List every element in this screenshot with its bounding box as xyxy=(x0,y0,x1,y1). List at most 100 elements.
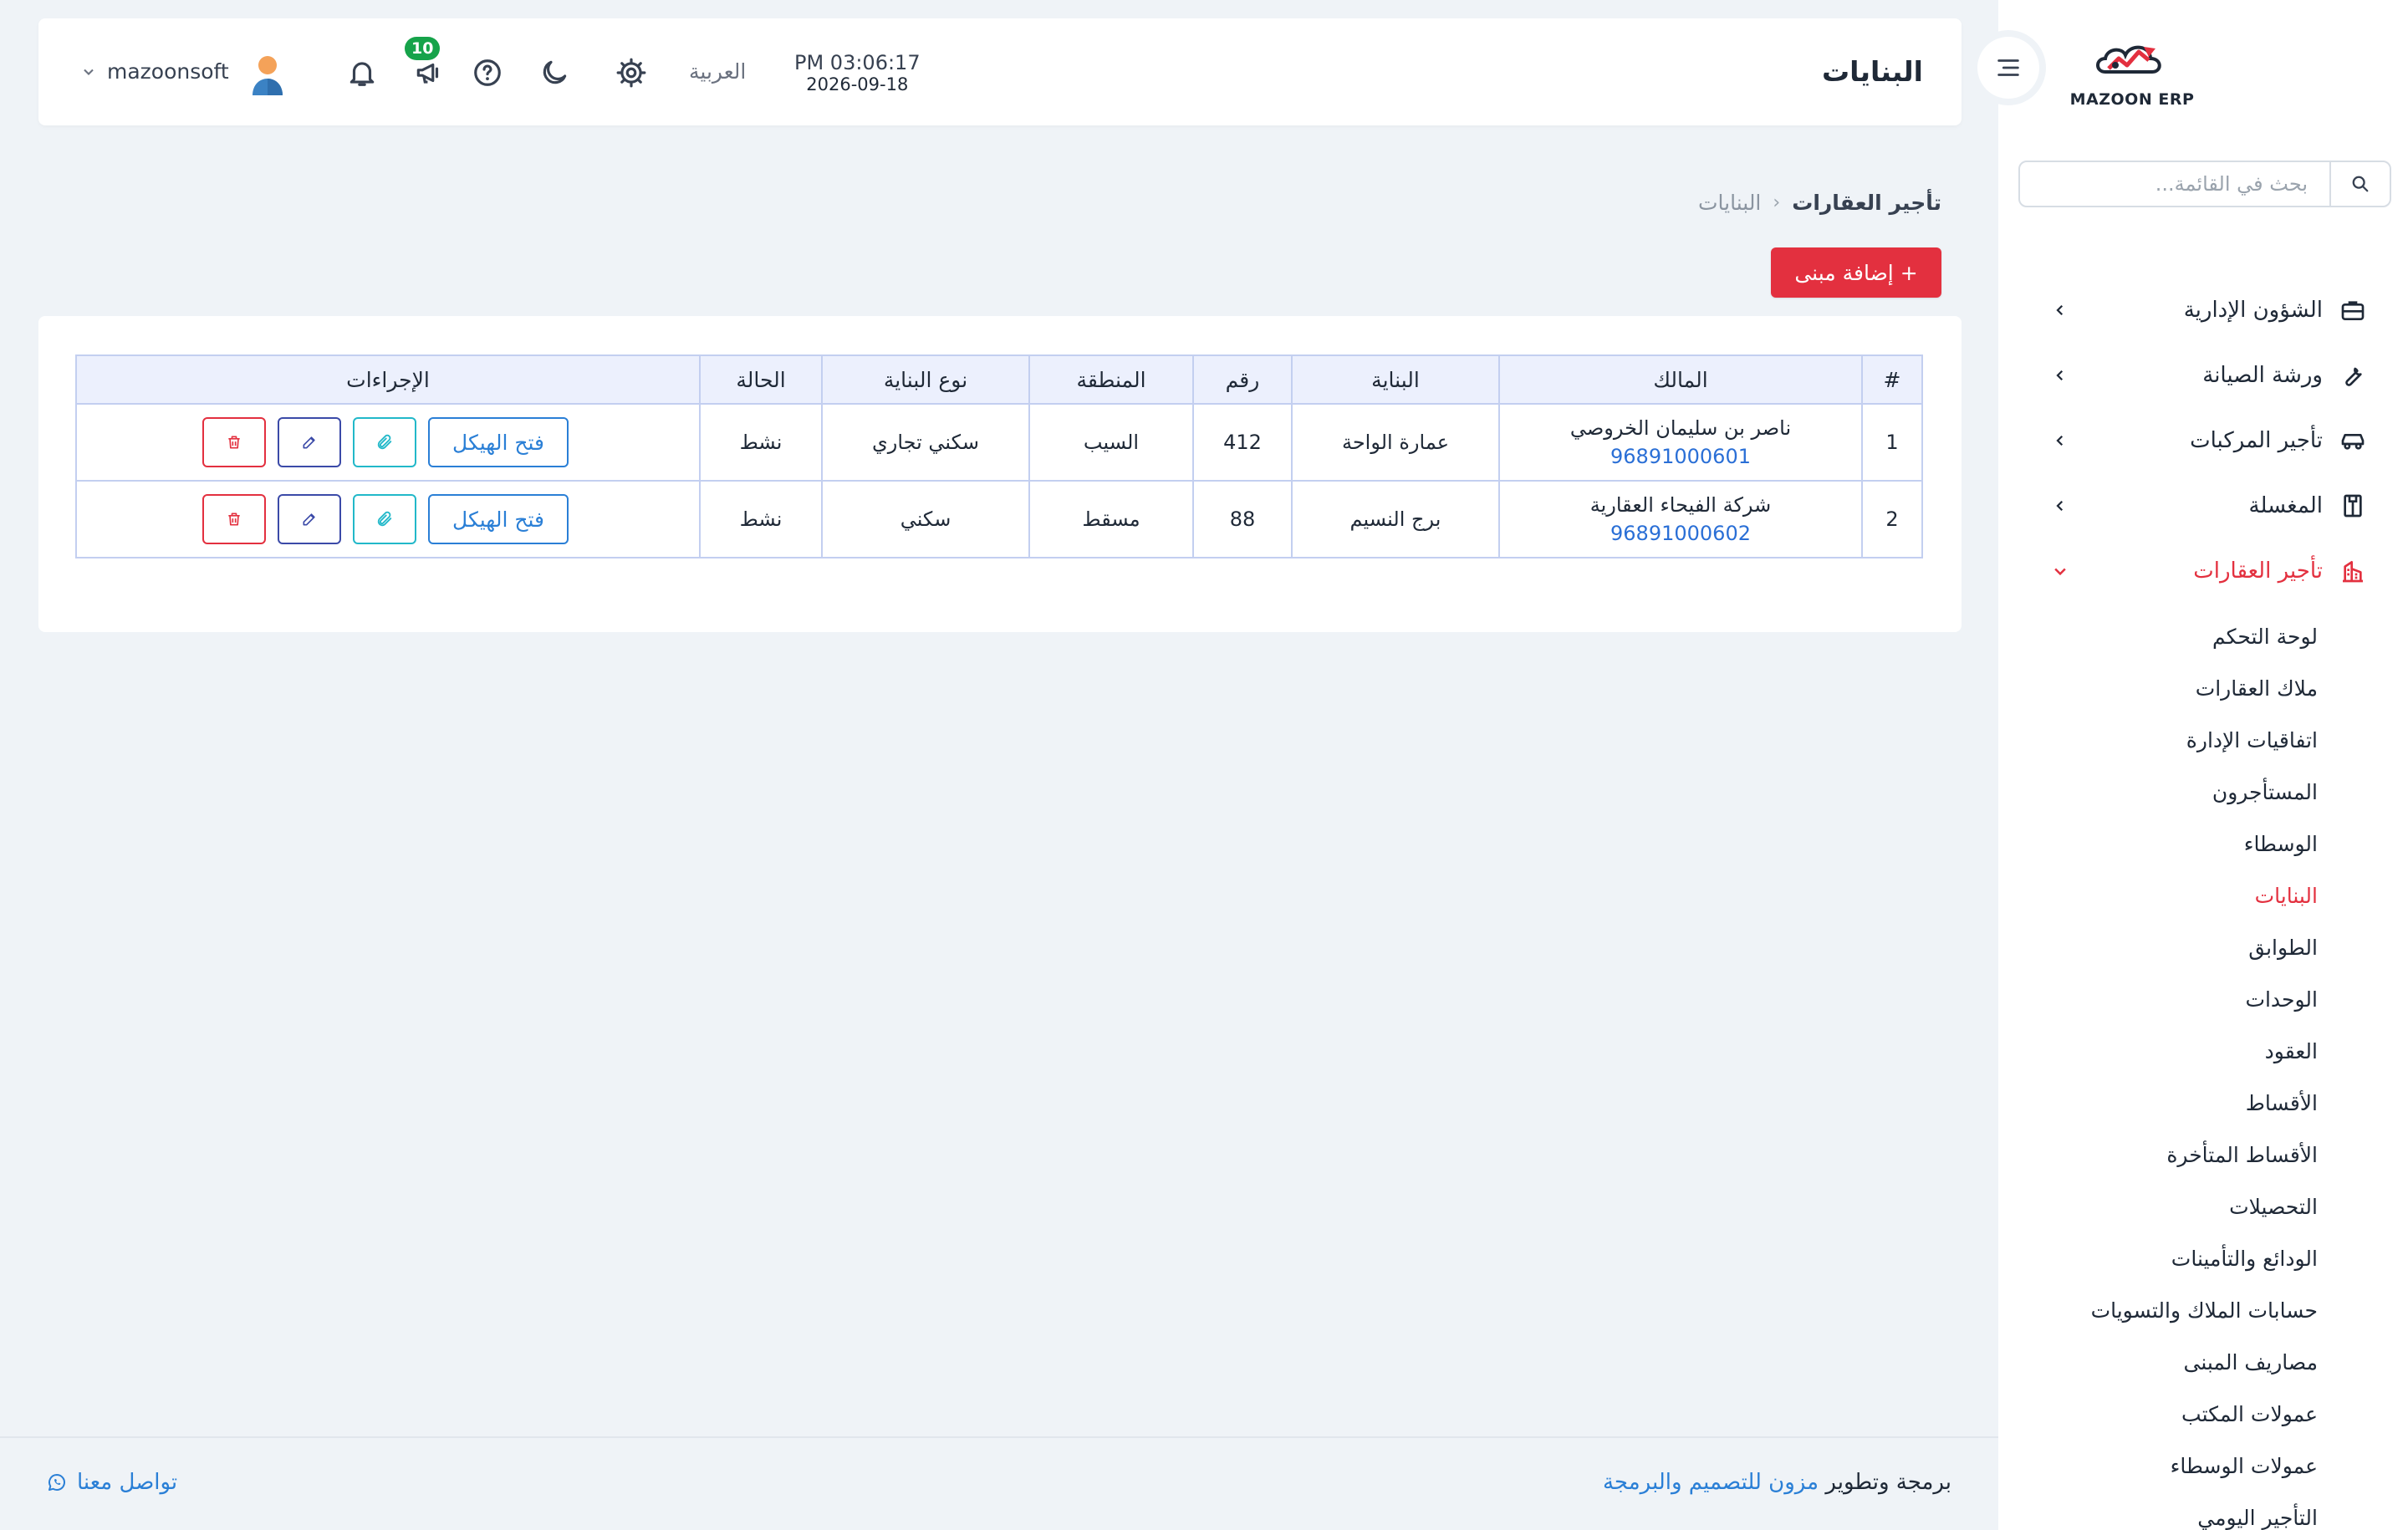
sidebar-item-real-estate[interactable]: تأجير العقارات xyxy=(1998,538,2408,604)
briefcase-icon xyxy=(2338,295,2368,325)
chevron-down-icon xyxy=(2050,561,2070,581)
chevron-left-icon xyxy=(2050,431,2070,451)
breadcrumb-separator: ‹ xyxy=(1773,192,1781,213)
submenu-dashboard[interactable]: لوحة التحكم xyxy=(1998,610,2408,662)
submenu-floors[interactable]: الطوابق xyxy=(1998,921,2408,973)
cell-index: 2 xyxy=(1861,480,1923,558)
cell-actions: فتح الهيكل xyxy=(75,480,701,558)
cell-building-type: سكني xyxy=(821,480,1030,558)
owner-phone-link[interactable]: 96891000602 xyxy=(1500,519,1861,548)
edit-button[interactable] xyxy=(278,417,341,467)
cell-index: 1 xyxy=(1861,403,1923,482)
whatsapp-icon xyxy=(48,1474,65,1491)
col-building-type[interactable]: نوع البناية xyxy=(821,354,1030,405)
owner-phone-link[interactable]: 96891000601 xyxy=(1500,442,1861,471)
submenu-tenants[interactable]: المستأجرون xyxy=(1998,766,2408,818)
col-building[interactable]: البناية xyxy=(1291,354,1500,405)
page-title: البنايات xyxy=(1822,55,1923,88)
chevron-left-icon xyxy=(2050,365,2070,385)
settings-icon[interactable] xyxy=(614,55,649,90)
sidebar: MAZOON ERP الشؤون الإدارية ورشة الصيانة xyxy=(1998,0,2408,1530)
edit-button[interactable] xyxy=(278,494,341,544)
open-structure-button[interactable]: فتح الهيكل xyxy=(428,417,569,467)
submenu-building-expenses[interactable]: مصاريف المبنى xyxy=(1998,1336,2408,1388)
col-number[interactable]: رقم xyxy=(1192,354,1293,405)
submenu-installments[interactable]: الأقساط xyxy=(1998,1077,2408,1129)
cell-area: السيب xyxy=(1028,403,1194,482)
sidebar-item-partial[interactable] xyxy=(1998,244,2408,278)
clock-time: PM 03:06:17 xyxy=(794,51,921,74)
attachments-button[interactable] xyxy=(353,417,416,467)
laundry-icon xyxy=(2338,491,2368,521)
avatar[interactable] xyxy=(247,54,288,97)
add-building-button[interactable]: + إضافة مبنى xyxy=(1771,247,1941,298)
sidebar-menu: الشؤون الإدارية ورشة الصيانة تأجير المرك… xyxy=(1998,244,2408,1530)
submenu-daily-rental[interactable]: التأجير اليومي xyxy=(1998,1492,2408,1530)
footer: برمجة وتطوير مزون للتصميم والبرمجة تواصل… xyxy=(0,1436,1998,1530)
username[interactable]: mazoonsoft xyxy=(107,18,229,125)
submenu-broker-commissions[interactable]: عمولات الوسطاء xyxy=(1998,1440,2408,1492)
col-index[interactable]: # xyxy=(1861,354,1923,405)
cell-owner: ناصر بن سليمان الخروصي 96891000601 xyxy=(1498,403,1863,482)
submenu-deposits[interactable]: الودائع والتأمينات xyxy=(1998,1232,2408,1284)
clock: PM 03:06:17 2026-09-18 xyxy=(794,52,921,95)
sidebar-item-maintenance[interactable]: ورشة الصيانة xyxy=(1998,343,2408,408)
notification-badge: 10 xyxy=(405,37,441,60)
clock-date: 2026-09-18 xyxy=(806,74,909,94)
buildings-table: # المالك البناية رقم المنطقة نوع البناية… xyxy=(75,354,1923,558)
submenu-office-commissions[interactable]: عمولات المكتب xyxy=(1998,1388,2408,1440)
submenu-buildings[interactable]: البنايات xyxy=(1998,870,2408,921)
cell-number: 412 xyxy=(1192,403,1293,482)
edit-icon xyxy=(303,513,315,526)
language-switch[interactable]: العربية xyxy=(689,18,746,125)
company-link[interactable]: مزون للتصميم والبرمجة xyxy=(1603,1470,1819,1495)
menu-icon xyxy=(1997,59,2019,76)
open-structure-button[interactable]: فتح الهيكل xyxy=(428,494,569,544)
submenu-units[interactable]: الوحدات xyxy=(1998,973,2408,1025)
logo-text: MAZOON ERP xyxy=(2069,90,2195,109)
delete-button[interactable] xyxy=(202,417,266,467)
credit-prefix: برمجة وتطوير xyxy=(1825,1470,1951,1495)
top-header: البنايات PM 03:06:17 2026-09-18 العربية … xyxy=(38,18,1962,125)
wrench-icon xyxy=(2338,360,2368,390)
building-icon xyxy=(2338,556,2368,586)
submenu-management-agreements[interactable]: اتفاقيات الإدارة xyxy=(1998,714,2408,766)
col-status[interactable]: الحالة xyxy=(699,354,823,405)
bell-icon[interactable] xyxy=(344,55,380,90)
contact-us-link[interactable]: تواصل معنا xyxy=(47,1470,177,1495)
submenu-collections[interactable]: التحصيلات xyxy=(1998,1181,2408,1232)
submenu-overdue-installments[interactable]: الأقساط المتأخرة xyxy=(1998,1129,2408,1181)
table-row: 2 شركة الفيحاء العقارية 96891000602 برج … xyxy=(75,480,1923,558)
announcements-icon[interactable]: 10 xyxy=(405,37,446,90)
chevron-down-icon[interactable] xyxy=(80,64,97,80)
submenu-owner-accounts[interactable]: حسابات الملاك والتسويات xyxy=(1998,1284,2408,1336)
cell-owner: شركة الفيحاء العقارية 96891000602 xyxy=(1498,480,1863,558)
breadcrumb-parent[interactable]: تأجير العقارات xyxy=(1792,191,1941,215)
real-estate-submenu: لوحة التحكم ملاك العقارات اتفاقيات الإدا… xyxy=(1998,604,2408,1530)
table-row: 1 ناصر بن سليمان الخروصي 96891000601 عما… xyxy=(75,403,1923,482)
submenu-contracts[interactable]: العقود xyxy=(1998,1025,2408,1077)
help-icon[interactable] xyxy=(470,55,505,90)
menu-search-input[interactable] xyxy=(2020,162,2329,206)
submenu-property-owners[interactable]: ملاك العقارات xyxy=(1998,662,2408,714)
sidebar-toggle-button[interactable] xyxy=(1977,37,2039,99)
delete-button[interactable] xyxy=(202,494,266,544)
sidebar-item-label: المغسلة xyxy=(2248,493,2323,518)
col-owner[interactable]: المالك xyxy=(1498,354,1863,405)
sidebar-item-admin-affairs[interactable]: الشؤون الإدارية xyxy=(1998,278,2408,343)
cell-building: برج النسيم xyxy=(1291,480,1500,558)
car-icon xyxy=(2338,426,2368,456)
sidebar-item-vehicle-rental[interactable]: تأجير المركبات xyxy=(1998,408,2408,473)
attachments-button[interactable] xyxy=(353,494,416,544)
chevron-left-icon xyxy=(2050,300,2070,320)
sidebar-item-laundry[interactable]: المغسلة xyxy=(1998,473,2408,538)
cell-building-type: سكني تجاري xyxy=(821,403,1030,482)
app-logo[interactable]: MAZOON ERP xyxy=(1998,35,2266,119)
col-area[interactable]: المنطقة xyxy=(1028,354,1194,405)
chevron-left-icon xyxy=(2050,496,2070,516)
dark-mode-icon[interactable] xyxy=(537,55,572,90)
breadcrumb-current: البنايات xyxy=(1698,191,1762,215)
cell-number: 88 xyxy=(1192,480,1293,558)
submenu-brokers[interactable]: الوسطاء xyxy=(1998,818,2408,870)
search-icon[interactable] xyxy=(2329,162,2390,206)
